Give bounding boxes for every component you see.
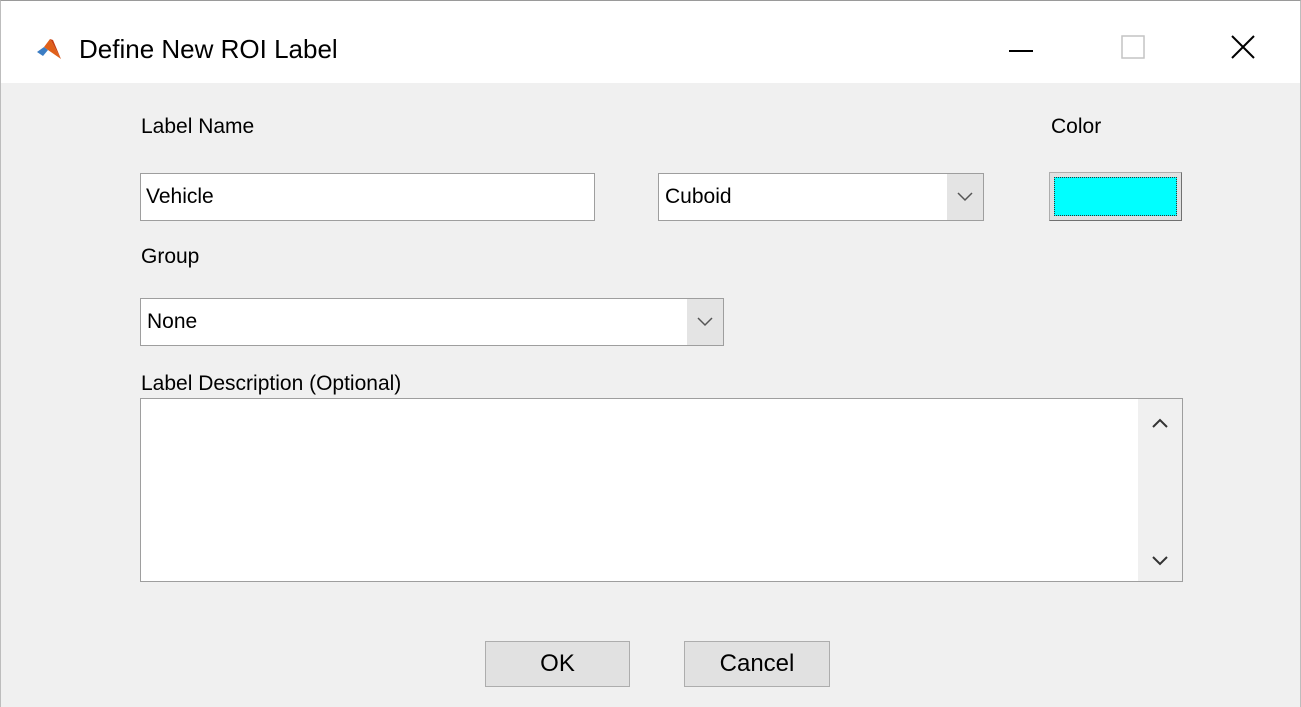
- color-caption: Color: [1051, 115, 1102, 138]
- chevron-down-icon[interactable]: [947, 174, 983, 220]
- cancel-button[interactable]: Cancel: [684, 641, 830, 687]
- label-type-select[interactable]: Cuboid: [658, 173, 984, 221]
- color-picker-button[interactable]: [1049, 172, 1182, 221]
- ok-button[interactable]: OK: [485, 641, 630, 687]
- description-textarea[interactable]: [140, 398, 1183, 582]
- label-name-input[interactable]: Vehicle: [140, 173, 595, 221]
- minimize-button[interactable]: [991, 19, 1051, 79]
- description-scrollbar[interactable]: [1138, 399, 1182, 581]
- chevron-down-icon[interactable]: [1138, 541, 1182, 581]
- description-caption: Label Description (Optional): [141, 372, 402, 395]
- close-button[interactable]: [1213, 19, 1273, 79]
- matlab-logo-icon: [36, 37, 62, 61]
- group-value: None: [147, 310, 198, 333]
- color-swatch: [1054, 177, 1177, 216]
- window-title: Define New ROI Label: [79, 34, 338, 64]
- title-bar: Define New ROI Label: [1, 1, 1300, 83]
- group-caption: Group: [141, 245, 200, 268]
- minimize-icon: [1009, 40, 1033, 58]
- chevron-down-icon[interactable]: [687, 299, 723, 345]
- maximize-icon: [1121, 34, 1145, 64]
- label-name-caption: Label Name: [141, 115, 255, 138]
- dialog-window: Define New ROI Label Label Name Color Ve…: [0, 0, 1301, 707]
- group-select[interactable]: None: [140, 298, 724, 346]
- close-icon: [1230, 34, 1256, 65]
- maximize-button[interactable]: [1103, 19, 1163, 79]
- label-type-value: Cuboid: [665, 185, 732, 208]
- chevron-up-icon[interactable]: [1138, 403, 1182, 443]
